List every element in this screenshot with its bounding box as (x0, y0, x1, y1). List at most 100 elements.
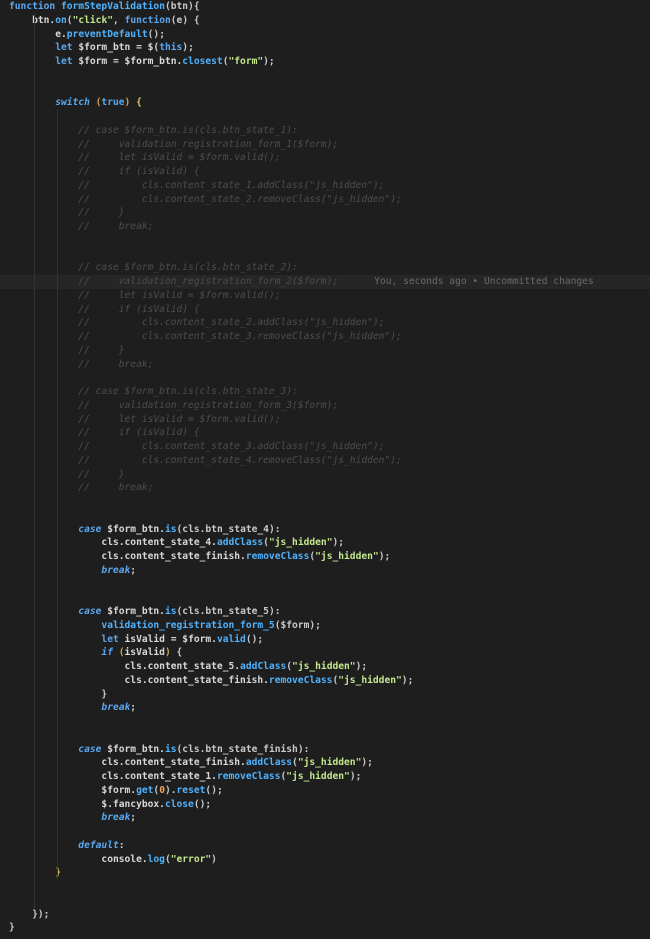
code-line[interactable]: default: (0, 838, 650, 853)
code-token: reset (176, 784, 206, 796)
code-line[interactable]: validation_registration_form_5($form); (0, 618, 650, 633)
code-line[interactable]: // } (0, 206, 650, 220)
code-line[interactable] (0, 68, 650, 83)
code-line[interactable]: $form.get(0).reset(); (0, 783, 650, 798)
code-line[interactable] (0, 728, 650, 743)
code-line[interactable]: // cls.content_state_3.removeClass("js_h… (0, 330, 650, 344)
code-line[interactable]: }); (0, 908, 650, 922)
code-line[interactable]: switch (true) { (0, 96, 650, 110)
code-line[interactable]: $.fancybox.close(); (0, 797, 650, 812)
code-line[interactable]: function formStepValidation(btn){ (0, 0, 650, 14)
code-token: { (170, 647, 183, 659)
code-line[interactable]: cls.content_state_finish.removeClass("js… (0, 673, 650, 688)
code-line[interactable]: btn.on("click", function(e) { (0, 13, 650, 28)
indent-guide (57, 825, 59, 839)
code-line[interactable]: } (0, 866, 650, 880)
code-line[interactable]: case $form_btn.is(cls.btn_state_4): (0, 522, 650, 537)
code-token: on (55, 14, 67, 26)
code-line[interactable]: // cls.content_state_3.addClass("js_hidd… (0, 440, 650, 454)
code-token: close (164, 798, 194, 810)
code-editor[interactable]: function formStepValidation(btn){ btn.on… (0, 0, 650, 939)
code-line[interactable]: // validation_registration_form_2($form)… (0, 275, 650, 289)
indent-guide (34, 467, 36, 482)
code-line[interactable] (0, 577, 650, 592)
code-line[interactable]: if (isValid) { (0, 646, 650, 660)
code-line[interactable] (0, 495, 650, 509)
code-token: // cls.content_state_2.removeClass("js_h… (9, 193, 402, 205)
code-line[interactable]: // validation_registration_form_3($form)… (0, 398, 650, 413)
indent-guide (34, 880, 36, 894)
code-line[interactable]: case $form_btn.is(cls.btn_state_5): (0, 605, 650, 619)
indent-guide (34, 302, 36, 317)
code-line[interactable]: e.preventDefault(); (0, 27, 650, 42)
indent-guide (57, 165, 59, 179)
indent-guide (57, 646, 59, 660)
code-line[interactable]: // } (0, 467, 650, 482)
code-line[interactable] (0, 82, 650, 97)
code-token: ; (130, 702, 137, 714)
code-token: removeClass (245, 551, 310, 562)
code-token: ; (130, 564, 137, 576)
code-line[interactable]: // break; (0, 357, 650, 372)
indent-guide (57, 852, 59, 867)
code-token: (cls.btn_state_5): (176, 606, 281, 617)
code-line[interactable]: cls.content_state_finish.addClass("js_hi… (0, 756, 650, 770)
code-line[interactable]: // cls.content_state_2.removeClass("js_h… (0, 192, 650, 207)
indent-guide (34, 192, 36, 207)
code-line[interactable] (0, 508, 650, 523)
code-line[interactable]: // if (isValid) { (0, 165, 650, 179)
code-line[interactable]: case $form_btn.is(cls.btn_state_finish): (0, 742, 650, 757)
code-line[interactable]: // cls.content_state_1.addClass("js_hidd… (0, 178, 650, 193)
code-token: e. (9, 28, 67, 40)
indent-guide (34, 618, 36, 633)
code-line[interactable]: break; (0, 701, 650, 715)
code-line[interactable]: // } (0, 343, 650, 358)
code-line[interactable]: } (0, 687, 650, 702)
code-line[interactable] (0, 247, 650, 262)
code-line[interactable]: cls.content_state_4.addClass("js_hidden"… (0, 536, 650, 550)
code-line[interactable] (0, 591, 650, 605)
code-token: // break; (9, 221, 154, 232)
code-line[interactable]: } (0, 921, 650, 935)
indent-guide (57, 233, 59, 248)
code-line[interactable]: // case $form_btn.is(cls.btn_state_3): (0, 385, 650, 399)
code-line[interactable]: // case $form_btn.is(cls.btn_state_2): (0, 261, 650, 275)
indent-guide (57, 618, 59, 633)
code-token: ); (378, 551, 391, 562)
code-line[interactable]: // if (isValid) { (0, 302, 650, 317)
code-token: } (9, 922, 15, 934)
code-line[interactable] (0, 233, 650, 248)
code-line[interactable]: cls.content_state_finish.removeClass("js… (0, 550, 650, 564)
indent-guide (34, 178, 36, 193)
code-line[interactable]: let $form_btn = $(this); (0, 41, 650, 55)
code-line[interactable]: // let isValid = $form.valid(); (0, 151, 650, 165)
code-line[interactable]: cls.content_state_1.removeClass("js_hidd… (0, 770, 650, 784)
code-line[interactable]: cls.content_state_5.addClass("js_hidden"… (0, 660, 650, 674)
code-line[interactable]: // validation_registration_form_1($form)… (0, 137, 650, 152)
indent-guide (57, 742, 59, 757)
indent-guide (57, 398, 59, 413)
code-line[interactable] (0, 893, 650, 908)
code-line[interactable]: // break; (0, 481, 650, 495)
code-line[interactable] (0, 715, 650, 729)
code-line[interactable]: // cls.content_state_2.addClass("js_hidd… (0, 316, 650, 330)
code-line[interactable]: let isValid = $form.valid(); (0, 632, 650, 647)
code-line[interactable] (0, 371, 650, 385)
code-line[interactable]: break; (0, 811, 650, 825)
code-line[interactable]: let $form = $form_btn.closest("form"); (0, 55, 650, 69)
code-line[interactable]: console.log("error") (0, 852, 650, 867)
indent-guide (34, 123, 36, 138)
code-token: formStepValidation (60, 1, 165, 12)
code-line[interactable]: // break; (0, 220, 650, 234)
code-token: // break; (9, 482, 154, 494)
code-line[interactable]: // let isValid = $form.valid(); (0, 412, 650, 427)
code-line[interactable] (0, 825, 650, 839)
code-line[interactable]: // case $form_btn.is(cls.btn_state_1): (0, 123, 650, 138)
code-line[interactable] (0, 880, 650, 894)
indent-guide (57, 495, 59, 509)
code-line[interactable]: // if (isValid) { (0, 426, 650, 440)
code-line[interactable]: // let isValid = $form.valid(); (0, 288, 650, 303)
code-line[interactable]: break; (0, 563, 650, 578)
code-line[interactable]: // cls.content_state_4.removeClass("js_h… (0, 453, 650, 468)
code-line[interactable] (0, 110, 650, 124)
